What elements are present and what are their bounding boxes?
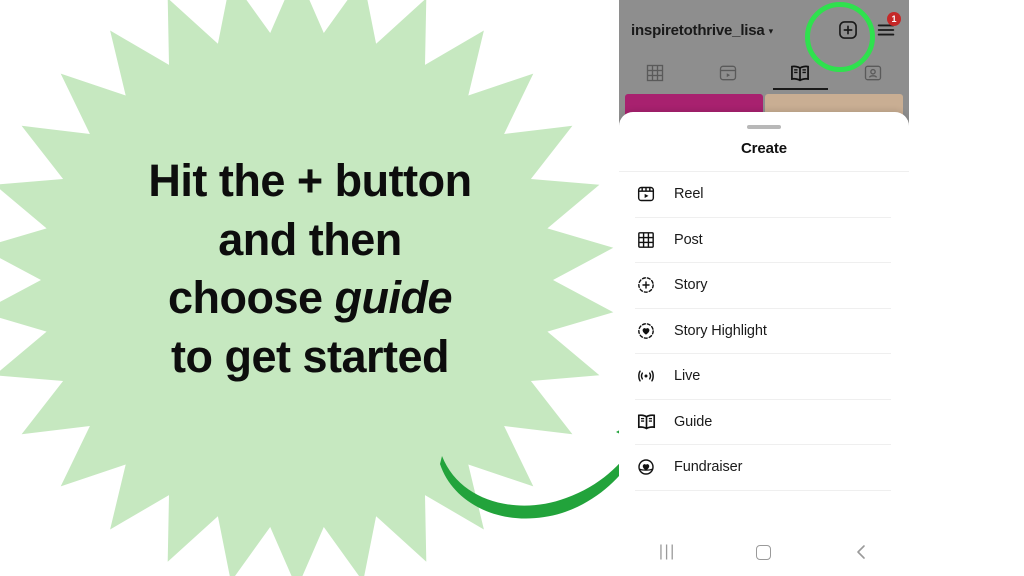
story-plus-icon (635, 274, 657, 296)
home-button[interactable] (742, 537, 786, 567)
promo-line-4: to get started (170, 330, 450, 382)
recents-icon: ||| (658, 543, 676, 560)
promo-text-block: Hit the + button and then choose guide t… (0, 152, 620, 386)
profile-tab-strip (619, 56, 909, 90)
create-item-story[interactable]: Story (635, 263, 891, 309)
grid-post-icon (635, 229, 657, 251)
promo-panel: Hit the + button and then choose guide t… (0, 0, 620, 576)
promo-line-3-italic-guide: guide (334, 272, 453, 323)
profile-header: inspiretothrive_lisa ▾ 1 (619, 12, 909, 48)
profile-header-actions: 1 (837, 12, 901, 41)
phone-screenshot-panel: inspiretothrive_lisa ▾ 1 Create Reel Pos… (619, 0, 909, 576)
story-highlight-heart-icon (635, 320, 657, 342)
create-item-reel[interactable]: Reel (635, 172, 891, 218)
notification-badge: 1 (887, 12, 901, 26)
profile-tab-grid[interactable] (619, 56, 692, 90)
create-item-label: Fundraiser (674, 459, 743, 476)
create-item-label: Reel (674, 186, 704, 203)
android-navigation-bar: ||| (619, 528, 909, 576)
profile-tab-guides[interactable] (764, 56, 837, 90)
promo-line-3-prefix: choose (167, 272, 335, 323)
create-item-label: Story Highlight (674, 322, 767, 339)
create-item-story-highlight[interactable]: Story Highlight (635, 309, 891, 354)
create-options-list: Reel Post Story Story Highlight Live Gui… (619, 172, 909, 491)
live-broadcast-icon (635, 365, 657, 387)
create-item-label: Live (674, 368, 701, 385)
profile-tab-reels[interactable] (692, 56, 765, 90)
chevron-down-icon: ▾ (768, 25, 774, 36)
profile-tab-tagged[interactable] (837, 56, 910, 90)
create-item-label: Story (674, 277, 708, 294)
back-chevron-icon (856, 545, 865, 559)
promo-line-2: and then (218, 213, 402, 265)
fundraiser-heart-icon (635, 456, 657, 478)
username-label: inspiretothrive_lisa (631, 21, 765, 39)
plus-square-icon[interactable] (837, 19, 859, 41)
create-item-label: Post (674, 231, 703, 248)
screenshot-root: Hit the + button and then choose guide t… (0, 0, 1024, 576)
recents-button[interactable]: ||| (645, 537, 689, 567)
sheet-grabber-handle[interactable] (747, 125, 781, 129)
sheet-title: Create (740, 140, 788, 157)
status-bar (619, 0, 909, 8)
home-icon (756, 544, 772, 560)
reel-icon (635, 183, 657, 205)
back-button[interactable] (839, 537, 883, 567)
guide-book-icon (635, 411, 657, 433)
create-item-guide[interactable]: Guide (635, 400, 891, 445)
create-bottom-sheet: Create Reel Post Story Story Highlight L… (619, 112, 909, 576)
username-dropdown[interactable]: inspiretothrive_lisa ▾ (631, 22, 773, 39)
create-item-fundraiser[interactable]: Fundraiser (635, 445, 891, 491)
create-item-live[interactable]: Live (635, 354, 891, 400)
create-item-post[interactable]: Post (635, 218, 891, 263)
promo-line-3: choose guide (0, 269, 620, 328)
create-item-label: Guide (674, 413, 713, 430)
promo-line-1: Hit the + button (148, 155, 472, 206)
